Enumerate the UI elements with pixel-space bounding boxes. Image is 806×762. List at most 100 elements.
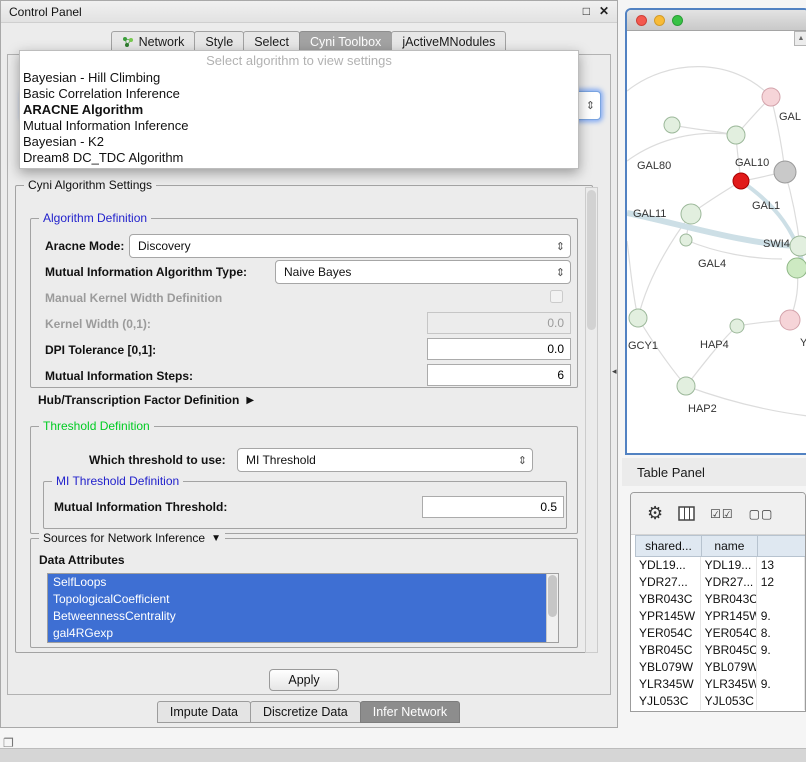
which-threshold-select[interactable]: MI Threshold ⇕ [237, 448, 533, 472]
tab-jactivemnodules-label: jActiveMNodules [402, 35, 495, 49]
apply-button[interactable]: Apply [269, 669, 339, 691]
table-row[interactable]: YDR27... YDR27... 12 [635, 574, 805, 591]
column-header[interactable] [757, 535, 806, 557]
network-node[interactable] [680, 234, 692, 246]
close-panel-button[interactable]: ✕ [599, 4, 609, 19]
tab-style-label: Style [205, 35, 233, 49]
deselect-all-rows-icon[interactable]: ▢▢ [749, 507, 774, 521]
aracne-mode-select[interactable]: Discovery ⇕ [129, 234, 571, 258]
table-row[interactable]: YJL053C YJL053C [635, 693, 805, 710]
tab-select-label: Select [254, 35, 289, 49]
combo-stepper-icon: ⇕ [554, 240, 567, 253]
manual-kernel-checkbox [550, 290, 563, 303]
network-node[interactable] [780, 310, 800, 330]
network-node[interactable] [727, 126, 745, 144]
sources-group-title: Sources for Network Inference ▼ [39, 531, 225, 546]
network-node[interactable] [664, 117, 680, 133]
sources-title-label[interactable]: Sources for Network Inference [43, 531, 205, 546]
chevron-down-icon: ▼ [211, 531, 221, 546]
list-item[interactable]: BetweennessCentrality [48, 608, 546, 625]
table-cell: YDR27... [635, 574, 701, 591]
network-window-titlebar[interactable] [627, 10, 806, 31]
column-header[interactable]: shared... [635, 535, 702, 557]
network-node[interactable] [774, 161, 796, 183]
column-header[interactable]: name [701, 535, 758, 557]
list-item[interactable]: TopologicalCoefficient [48, 591, 546, 608]
table-cell: 13 [757, 557, 805, 574]
mi-type-select[interactable]: Naive Bayes ⇕ [275, 260, 571, 284]
table-cell: YDL19... [701, 557, 757, 574]
zoom-window-button[interactable] [672, 15, 683, 26]
network-node[interactable] [733, 173, 749, 189]
mi-steps-input[interactable] [427, 364, 571, 386]
cyni-algorithm-settings-title: Cyni Algorithm Settings [24, 178, 156, 193]
network-node[interactable] [762, 88, 780, 106]
algorithm-dropdown-popup: Select algorithm to view settings Bayesi… [19, 50, 579, 169]
data-attributes-list[interactable]: SelfLoops TopologicalCoefficient Between… [47, 573, 559, 643]
network-icon [122, 36, 134, 48]
chevron-right-icon: ▶ [246, 395, 254, 406]
minimize-window-button[interactable] [654, 15, 665, 26]
network-view-window: GAL80 GAL10 GAL11 GAL1 SWI4 GAL4 GCY1 HA… [625, 8, 806, 455]
network-canvas[interactable]: GAL80 GAL10 GAL11 GAL1 SWI4 GAL4 GCY1 HA… [627, 31, 806, 455]
network-node[interactable] [790, 236, 806, 256]
mi-threshold-input[interactable] [422, 496, 564, 518]
close-window-button[interactable] [636, 15, 647, 26]
algorithm-option-selected[interactable]: ARACNE Algorithm [20, 102, 578, 118]
table-cell: YER054C [701, 625, 757, 642]
algorithm-option[interactable]: Mutual Information Inference [20, 118, 578, 134]
table-header-row: shared... name [635, 535, 805, 557]
list-scrollbar[interactable] [546, 574, 558, 642]
table-row[interactable]: YER054C YER054C 8. [635, 625, 805, 642]
cyni-algorithm-settings-group: Cyni Algorithm Settings Algorithm Defini… [15, 185, 593, 653]
columns-icon[interactable] [678, 506, 695, 521]
algorithm-definition-title: Algorithm Definition [39, 211, 151, 226]
table-cell: YBR043C [701, 591, 757, 608]
which-threshold-value: MI Threshold [246, 453, 316, 467]
data-attributes-label: Data Attributes [39, 553, 125, 567]
table-panel-header: Table Panel [622, 458, 806, 486]
table-cell: YJL053C [635, 693, 701, 710]
gear-icon[interactable]: ⚙ [647, 503, 663, 524]
list-item[interactable]: SelfLoops [48, 574, 546, 591]
table-row[interactable]: YBR043C YBR043C [635, 591, 805, 608]
algorithm-popup-placeholder: Select algorithm to view settings [20, 52, 578, 70]
table-row[interactable]: YLR345W YLR345W 9. [635, 676, 805, 693]
network-node[interactable] [787, 258, 806, 278]
list-item[interactable]: gal4RGexp [48, 625, 546, 642]
network-node-label: GAL80 [637, 160, 671, 172]
table-row[interactable]: YBL079W YBL079W [635, 659, 805, 676]
table-cell: YLR345W [701, 676, 757, 693]
scrollbar-up-button[interactable]: ▲ [794, 31, 806, 46]
table-cell [757, 693, 805, 710]
hub-tf-section-toggle[interactable]: Hub/Transcription Factor Definition ▶ [38, 393, 254, 407]
combo-stepper-icon: ⇕ [554, 266, 567, 279]
network-graph[interactable]: GAL80 GAL10 GAL11 GAL1 SWI4 GAL4 GCY1 HA… [627, 31, 806, 455]
settings-scrollbar[interactable] [585, 187, 598, 653]
dpi-tolerance-input[interactable] [427, 338, 571, 360]
control-panel-window: Control Panel □ ✕ Network Style Select [0, 0, 618, 728]
table-row[interactable]: YBR045C YBR045C 9. [635, 642, 805, 659]
split-divider-collapse-icon[interactable]: ◂ [612, 366, 617, 377]
table-cell: YDL19... [635, 557, 701, 574]
algorithm-option[interactable]: Dream8 DC_TDC Algorithm [20, 150, 578, 166]
network-node[interactable] [677, 377, 695, 395]
algorithm-option[interactable]: Bayesian - Hill Climbing [20, 70, 578, 86]
control-panel-title: Control Panel [9, 5, 82, 19]
algorithm-option[interactable]: Basic Correlation Inference [20, 86, 578, 102]
float-panel-button[interactable]: □ [583, 4, 590, 19]
table-cell: YDR27... [701, 574, 757, 591]
select-all-rows-icon[interactable]: ☑☑ [710, 507, 734, 521]
network-node[interactable] [681, 204, 701, 224]
tab-discretize-data[interactable]: Discretize Data [250, 701, 361, 723]
table-cell: YBL079W [635, 659, 701, 676]
network-node[interactable] [730, 319, 744, 333]
mi-steps-label: Mutual Information Steps: [45, 369, 193, 383]
algorithm-option[interactable]: Bayesian - K2 [20, 134, 578, 150]
network-node[interactable] [629, 309, 647, 327]
table-cell: YPR145W [635, 608, 701, 625]
tab-infer-network[interactable]: Infer Network [360, 701, 460, 723]
table-row[interactable]: YDL19... YDL19... 13 [635, 557, 805, 574]
table-row[interactable]: YPR145W YPR145W 9. [635, 608, 805, 625]
tab-impute-data[interactable]: Impute Data [157, 701, 251, 723]
